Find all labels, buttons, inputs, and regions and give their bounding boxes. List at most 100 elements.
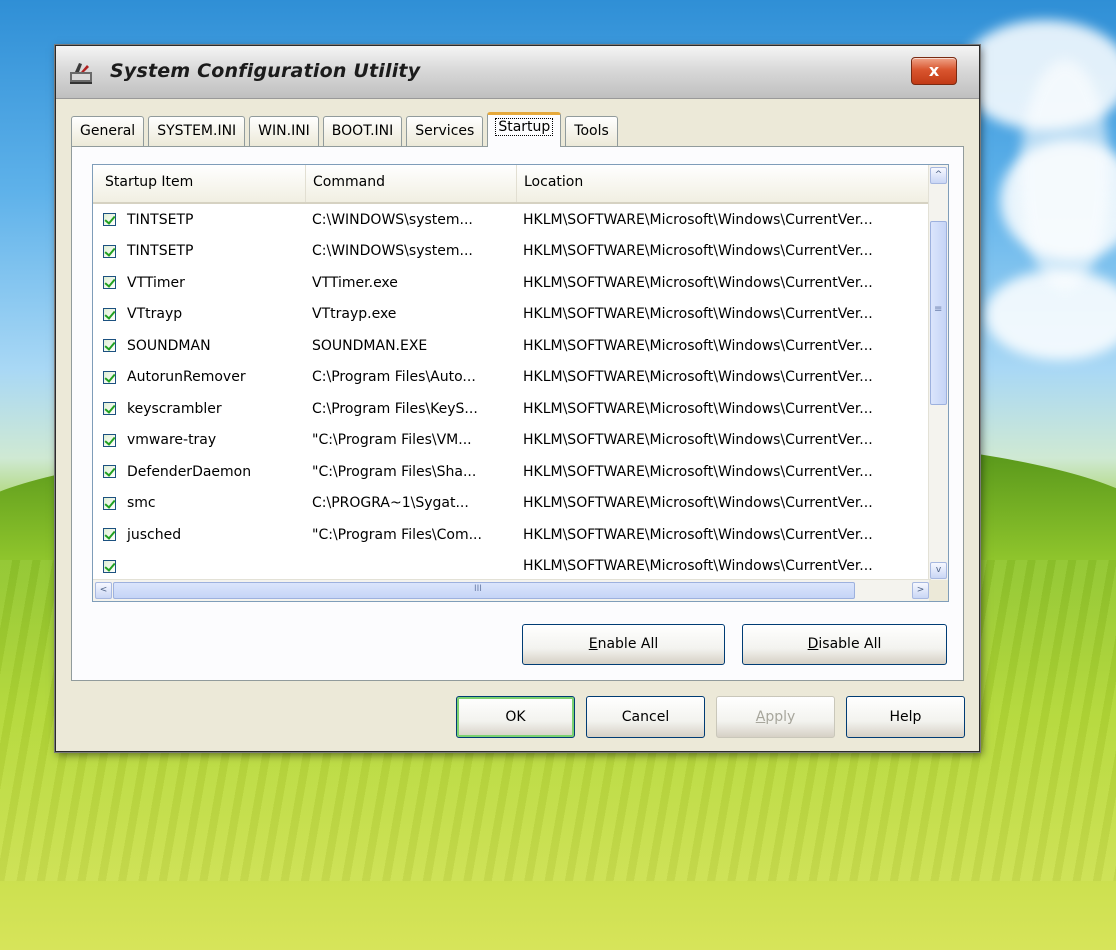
startup-item-cell: SOUNDMAN	[93, 338, 306, 354]
ok-button[interactable]: OK	[456, 696, 575, 738]
chevron-up-icon: ^	[934, 170, 943, 180]
system-configuration-window: System Configuration Utility x General S…	[55, 45, 980, 752]
accelerator-key: D	[807, 636, 819, 652]
tab-services[interactable]: Services	[406, 116, 484, 146]
startup-item-cell: TINTSETP	[93, 212, 306, 228]
command-cell: VTTimer.exe	[312, 274, 398, 291]
enable-checkbox[interactable]	[103, 559, 116, 573]
list-item[interactable]: SOUNDMAN SOUNDMAN.EXE HKLM\SOFTWARE\Micros…	[93, 330, 931, 362]
list-item[interactable]: TINTSETP C:\WINDOWS\system... HKLM\SOFTWAR…	[93, 204, 931, 236]
list-item[interactable]: vmware-tray "C:\Program Files\VM... HKLM\S…	[93, 425, 931, 457]
enable-checkbox[interactable]	[103, 496, 116, 510]
startup-item-cell: smc	[93, 495, 306, 511]
startup-item-cell: TINTSETP	[93, 243, 306, 259]
list-item[interactable]: smc C:\PROGRA~1\Sygat... HKLM\SOFTWARE\Mic…	[93, 488, 931, 520]
tab-label: Tools	[574, 123, 609, 139]
tab-tools[interactable]: Tools	[565, 116, 618, 146]
startup-item-name: vmware-tray	[127, 432, 217, 449]
enable-checkbox[interactable]	[103, 528, 116, 542]
button-label: isable All	[818, 636, 882, 652]
enable-checkbox[interactable]	[103, 276, 116, 290]
command-cell: C:\Program Files\Auto...	[312, 369, 476, 386]
vertical-scroll-thumb[interactable]: ≡	[930, 221, 947, 405]
location-cell: HKLM\SOFTWARE\Microsoft\Windows\CurrentV…	[523, 526, 873, 543]
enable-checkbox[interactable]	[103, 307, 116, 321]
list-item[interactable]: keyscrambler C:\Program Files\KeyS... HKLM…	[93, 393, 931, 425]
accelerator-key: A	[755, 709, 766, 725]
command-cell: SOUNDMAN.EXE	[312, 337, 428, 354]
startup-item-name: keyscrambler	[127, 400, 222, 417]
tab-system-ini[interactable]: SYSTEM.INI	[148, 116, 246, 146]
enable-checkbox[interactable]	[103, 370, 116, 384]
window-title: System Configuration Utility	[110, 60, 421, 82]
chevron-left-icon: <	[99, 585, 108, 595]
scroll-up-button[interactable]: ^	[930, 167, 947, 184]
location-cell: HKLM\SOFTWARE\Microsoft\Windows\CurrentV…	[523, 432, 873, 449]
close-icon: x	[928, 61, 940, 80]
location-cell: HKLM\SOFTWARE\Microsoft\Windows\CurrentV…	[523, 369, 873, 386]
title-bar[interactable]: System Configuration Utility x	[56, 46, 979, 99]
list-item[interactable]: jusched "C:\Program Files\Com... HKLM\SOFT…	[93, 519, 931, 551]
scroll-right-button[interactable]: >	[912, 582, 929, 599]
close-button[interactable]: x	[911, 57, 957, 85]
startup-item-cell: DefenderDaemon	[93, 464, 306, 480]
scrollbar-corner	[929, 580, 948, 601]
command-cell: VTtrayp.exe	[312, 306, 397, 323]
enable-all-button[interactable]: Enable All	[522, 624, 725, 665]
command-cell: "C:\Program Files\Com...	[312, 526, 482, 543]
startup-item-name: VTTimer	[127, 274, 185, 291]
tab-boot-ini[interactable]: BOOT.INI	[322, 116, 403, 146]
startup-item-cell: keyscrambler	[93, 401, 306, 417]
enable-checkbox[interactable]	[103, 402, 116, 416]
enable-checkbox[interactable]	[103, 339, 116, 353]
tab-win-ini[interactable]: WIN.INI	[249, 116, 319, 146]
apply-button[interactable]: Apply	[716, 696, 835, 738]
help-button[interactable]: Help	[846, 696, 965, 738]
list-item[interactable]: HKLM\SOFTWARE\Microsoft\Windows\CurrentV…	[93, 551, 931, 582]
startup-item-name: VTtrayp	[127, 306, 183, 323]
column-header-location[interactable]: Location	[517, 165, 931, 202]
location-cell: HKLM\SOFTWARE\Microsoft\Windows\CurrentV…	[523, 211, 873, 228]
horizontal-scrollbar[interactable]: < III >	[93, 579, 931, 601]
startup-item-name: TINTSETP	[127, 243, 194, 260]
enable-checkbox[interactable]	[103, 213, 116, 227]
column-header-startup-item[interactable]: Startup Item	[93, 165, 306, 202]
tab-label: BOOT.INI	[331, 123, 394, 139]
enable-checkbox[interactable]	[103, 465, 116, 479]
scroll-down-button[interactable]: v	[930, 562, 947, 579]
command-cell: C:\WINDOWS\system...	[312, 211, 473, 228]
list-item[interactable]: TINTSETP C:\WINDOWS\system... HKLM\SOFTWAR…	[93, 236, 931, 268]
enable-checkbox[interactable]	[103, 244, 116, 258]
startup-item-name: jusched	[127, 526, 182, 543]
list-item[interactable]: DefenderDaemon "C:\Program Files\Sha... HK…	[93, 456, 931, 488]
tab-label: SYSTEM.INI	[157, 123, 237, 139]
horizontal-scroll-thumb[interactable]: III	[113, 582, 855, 599]
tab-label: General	[80, 123, 136, 139]
tab-startup[interactable]: Startup	[487, 112, 562, 147]
startup-list[interactable]: Startup Item Command Location TINTSETP C:…	[92, 164, 949, 602]
command-cell: "C:\Program Files\VM...	[312, 432, 472, 449]
location-cell: HKLM\SOFTWARE\Microsoft\Windows\CurrentV…	[523, 558, 873, 575]
list-item[interactable]: VTTimer VTTimer.exe HKLM\SOFTWARE\Microsof…	[93, 267, 931, 299]
vertical-scrollbar[interactable]: ^ ≡ v	[928, 165, 948, 581]
startup-panel: Startup Item Command Location TINTSETP C:…	[71, 146, 964, 681]
location-cell: HKLM\SOFTWARE\Microsoft\Windows\CurrentV…	[523, 400, 873, 417]
startup-item-name: AutorunRemover	[127, 369, 246, 386]
column-header-command[interactable]: Command	[306, 165, 517, 202]
button-label: nable All	[597, 636, 659, 652]
scroll-left-button[interactable]: <	[95, 582, 112, 599]
list-item[interactable]: VTtrayp VTtrayp.exe HKLM\SOFTWARE\Microsof…	[93, 299, 931, 331]
enable-checkbox[interactable]	[103, 433, 116, 447]
list-body: TINTSETP C:\WINDOWS\system... HKLM\SOFTWAR…	[93, 204, 931, 581]
grip-icon: III	[474, 584, 482, 594]
location-cell: HKLM\SOFTWARE\Microsoft\Windows\CurrentV…	[523, 243, 873, 260]
list-item[interactable]: AutorunRemover C:\Program Files\Auto... HK…	[93, 362, 931, 394]
cloud	[1020, 60, 1110, 290]
startup-item-name: SOUNDMAN	[127, 337, 211, 354]
disable-all-button[interactable]: Disable All	[742, 624, 947, 665]
cancel-button[interactable]: Cancel	[586, 696, 705, 738]
location-cell: HKLM\SOFTWARE\Microsoft\Windows\CurrentV…	[523, 463, 873, 480]
startup-item-cell: AutorunRemover	[93, 369, 306, 385]
tab-strip: General SYSTEM.INI WIN.INI BOOT.INI Serv…	[71, 112, 622, 147]
tab-general[interactable]: General	[71, 116, 145, 146]
